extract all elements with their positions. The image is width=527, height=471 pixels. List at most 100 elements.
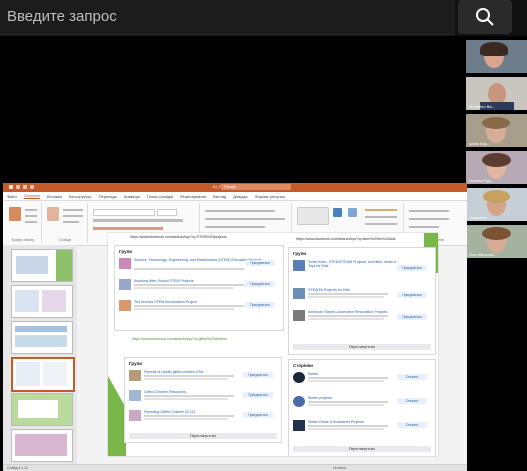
- status-bar: Слайд 4 з 12 Нотатки: [3, 464, 467, 471]
- follow-button[interactable]: Стежити: [397, 374, 427, 380]
- list-item: STEA(M) Projects for Kids Приєднатися: [293, 288, 431, 301]
- page-thumbnail: [293, 420, 305, 431]
- tab-review[interactable]: Рецензування: [180, 194, 206, 199]
- quick-styles-icon[interactable]: [348, 208, 357, 217]
- tab-view[interactable]: Вигляд: [213, 194, 226, 199]
- list-item: Smart Kids - STEM/STEAM Projects, Activi…: [293, 260, 431, 273]
- list-item: The Arizona STEM Acceleration Project Пр…: [119, 300, 279, 313]
- search-button[interactable]: [458, 0, 512, 34]
- arrange-icon[interactable]: [333, 208, 342, 217]
- steam-logo-icon: [293, 372, 305, 383]
- group-label: Слайди: [58, 238, 72, 242]
- join-button[interactable]: Приєднатися: [397, 314, 427, 320]
- page-title[interactable]: Steam projects: [308, 396, 332, 400]
- join-button[interactable]: Приєднатися: [243, 412, 273, 418]
- url-text: https://www.facebook.com/search/top/?q=s…: [296, 237, 396, 241]
- slide-thumbnail[interactable]: 2: [11, 285, 73, 318]
- slide-thumbnails-pane: 1 2 3 4 5 6: [3, 245, 77, 467]
- tab-slideshow[interactable]: Показ слайдів: [147, 194, 173, 199]
- group-thumbnail: [129, 370, 141, 381]
- group-title[interactable]: STEA(M) Projects for Kids: [308, 288, 350, 292]
- new-slide-icon[interactable]: [47, 207, 59, 221]
- group-title[interactable]: Parents of (adult) gifted children USA: [144, 370, 203, 374]
- group-thumbnail: [129, 410, 141, 421]
- groups-panel-stem-kids: Групи Smart Kids - STEM/STEAM Projects, …: [288, 247, 436, 355]
- group-title[interactable]: American Steam Locomotive Restoration Pr…: [308, 310, 387, 314]
- tab-home[interactable]: Основне: [23, 193, 40, 199]
- see-all-button[interactable]: Переглянути всі: [129, 433, 277, 439]
- participant-name: Оксана Руд...: [469, 178, 494, 183]
- groups-panel-gifted: Групи Parents of (adult) gifted children…: [124, 357, 282, 443]
- list-item: Steam projects Стежити: [293, 396, 431, 409]
- tab-picture-format[interactable]: Формат рисунка: [255, 194, 285, 199]
- join-button[interactable]: Приєднатися: [397, 292, 427, 298]
- join-button[interactable]: Приєднатися: [397, 265, 427, 271]
- page-title[interactable]: Steam: [308, 372, 318, 376]
- tab-file[interactable]: Файл: [7, 194, 17, 199]
- group-title[interactable]: Amazing After-School STEM Projects: [134, 279, 194, 283]
- follow-button[interactable]: Стежити: [397, 422, 427, 428]
- join-button[interactable]: Приєднатися: [243, 372, 273, 378]
- ribbon-group-slides: Слайди: [43, 203, 88, 243]
- group-thumbnail: [119, 279, 131, 290]
- list-item: American Steam Locomotive Restoration Pr…: [293, 310, 431, 323]
- group-title[interactable]: The Arizona STEM Acceleration Project: [134, 300, 197, 304]
- join-button[interactable]: Приєднатися: [245, 281, 275, 287]
- notes-button[interactable]: Нотатки: [333, 466, 346, 470]
- slide-thumbnail[interactable]: 3: [11, 321, 73, 354]
- panel-title: Групи: [293, 251, 307, 256]
- group-thumbnail: [119, 258, 131, 269]
- follow-button[interactable]: Стежити: [397, 398, 427, 404]
- panel-title: Сторінки: [293, 363, 313, 368]
- slide-canvas[interactable]: https://www.facebook.com/search/top/?q=S…: [108, 233, 438, 456]
- tab-design[interactable]: Конструктор: [69, 194, 92, 199]
- participant-tile[interactable]: Ірина Кар...: [466, 114, 527, 147]
- shapes-gallery[interactable]: [297, 207, 329, 225]
- tab-transitions[interactable]: Переходи: [99, 194, 117, 199]
- participant-tile[interactable]: Михайло Ва...: [466, 77, 527, 110]
- tab-insert[interactable]: Вставка: [47, 194, 62, 199]
- ribbon-group-clipboard: Буфер обміну: [5, 203, 42, 243]
- list-item: Parenting Gifted Children (5-12) Приєдна…: [129, 410, 277, 423]
- search-input[interactable]: Введите запрос: [0, 0, 455, 35]
- see-all-button[interactable]: Переглянути всі: [293, 344, 431, 350]
- page-thumbnail: [293, 396, 305, 407]
- group-thumbnail: [293, 260, 305, 271]
- participant-tile[interactable]: Оля Мельник...: [466, 225, 527, 258]
- join-button[interactable]: Приєднатися: [245, 302, 275, 308]
- ppt-search-box[interactable]: Пошук: [221, 184, 291, 190]
- see-all-button[interactable]: Переглянути всі: [293, 446, 431, 452]
- groups-panel-stem: Групи Science, Technology, Engineering, …: [114, 245, 284, 331]
- group-thumbnail: [129, 390, 141, 401]
- group-title[interactable]: Science, Technology, Engineering, and Ma…: [134, 258, 262, 262]
- slide-thumbnail[interactable]: 6: [11, 429, 73, 462]
- pages-panel-steam: Сторінки Steam Стежити Steam projects Ст…: [288, 359, 436, 456]
- participants-column: Михайло Ва... Ірина Кар... Оксана Руд...…: [466, 40, 527, 262]
- slide-counter: Слайд 4 з 12: [7, 466, 28, 470]
- powerpoint-window: Ш_РАБ_сь - PowerPoint Пошук Файл Основне…: [3, 183, 467, 471]
- group-title[interactable]: Gifted Children Resources: [144, 390, 186, 394]
- list-item: Steam Стежити: [293, 372, 431, 385]
- group-thumbnail: [119, 300, 131, 311]
- tab-animations[interactable]: Анімація: [124, 194, 140, 199]
- page-title[interactable]: Steam Deals & Kickstarter Projects: [308, 420, 364, 424]
- group-title[interactable]: Smart Kids - STEM/STEAM Projects, Activi…: [308, 260, 402, 268]
- participant-tile[interactable]: [466, 40, 527, 73]
- join-button[interactable]: Приєднатися: [243, 392, 273, 398]
- join-button[interactable]: Приєднатися: [245, 260, 275, 266]
- slide-thumbnail[interactable]: 1: [11, 249, 73, 282]
- title-bar: Ш_РАБ_сь - PowerPoint Пошук: [3, 183, 467, 192]
- slide-thumbnail-selected[interactable]: 4: [11, 357, 75, 392]
- participant-name: Оля Мельник...: [469, 252, 498, 257]
- group-title[interactable]: Parenting Gifted Children (5-12): [144, 410, 195, 414]
- slide-thumbnail[interactable]: 5: [11, 393, 73, 426]
- tab-help[interactable]: Довідка: [233, 194, 247, 199]
- list-item: Science, Technology, Engineering, and Ma…: [119, 258, 279, 271]
- paste-icon[interactable]: [9, 207, 21, 221]
- participant-name: Ірина Кар...: [469, 141, 491, 146]
- participant-tile[interactable]: Людмила...: [466, 188, 527, 221]
- panel-title: Групи: [119, 249, 133, 254]
- participant-tile[interactable]: Оксана Руд...: [466, 151, 527, 184]
- ribbon-tabs: Файл Основне Вставка Конструктор Переход…: [3, 192, 467, 201]
- url-text: https://www.facebook.com/search/top/?q=S…: [130, 235, 227, 239]
